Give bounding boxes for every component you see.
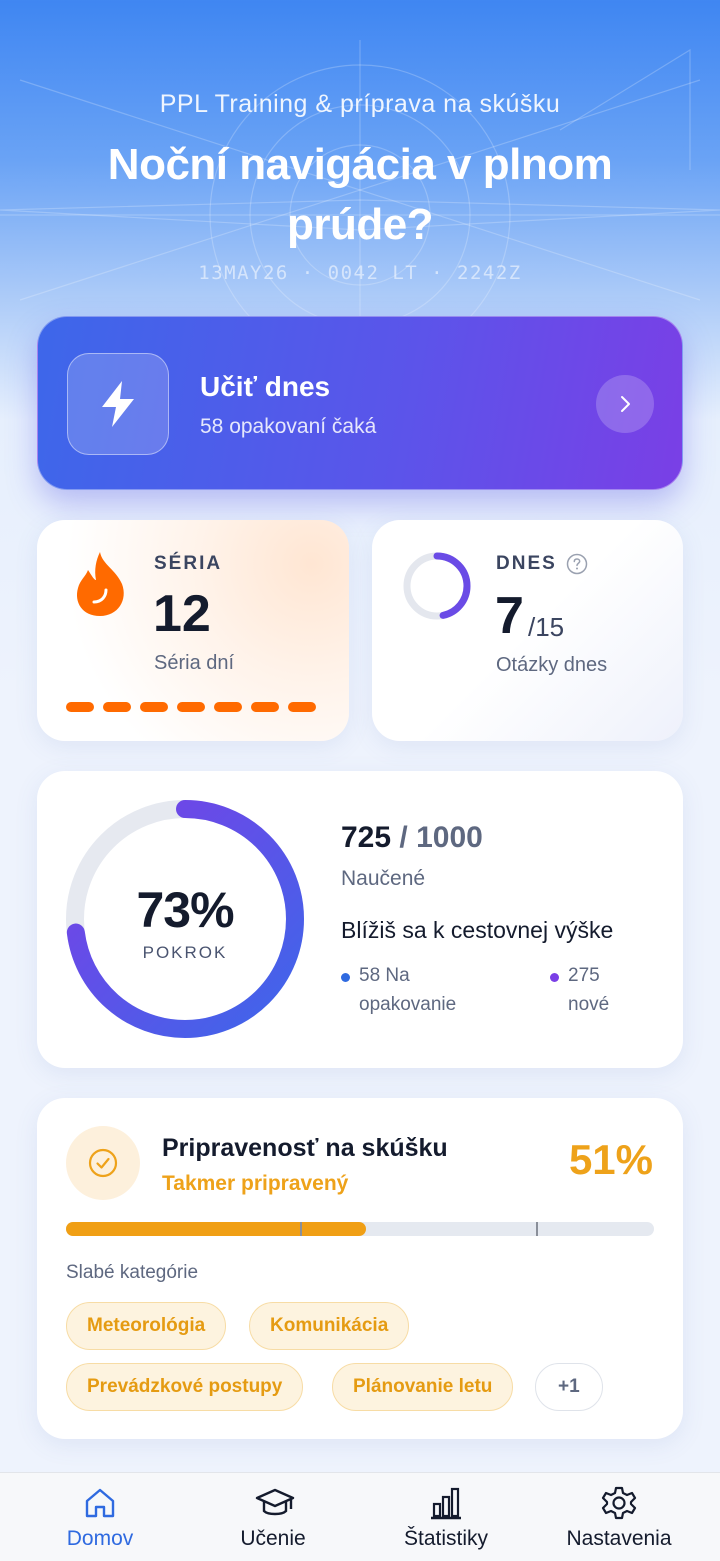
legend-review: 58 Na opakovanie: [341, 961, 457, 1019]
tab-home-label: Domov: [66, 1527, 134, 1550]
tab-settings[interactable]: Nastavenia: [529, 1473, 709, 1561]
streak-day-mark: [66, 702, 94, 712]
learned-value: 725: [341, 821, 392, 854]
time-readout: 13MAY26 · 0042 LT · 2242Z: [198, 262, 522, 284]
app-subtitle: PPL Training & príprava na skúšku: [159, 90, 561, 118]
chip-meteorology[interactable]: Meteorológia: [66, 1302, 227, 1350]
chip-more[interactable]: +1: [535, 1363, 603, 1411]
learned-total: / 1000: [399, 821, 483, 854]
tab-home[interactable]: Domov: [10, 1473, 190, 1561]
graduation-cap-icon: [255, 1488, 295, 1516]
page-title: Noční navigácia v plnom prúde?: [107, 140, 613, 249]
legend-review-line2: opakovanie: [359, 994, 457, 1015]
streak-day-mark: [177, 702, 205, 712]
tab-learning-label: Učenie: [240, 1527, 306, 1550]
flame-icon: [72, 550, 128, 620]
weak-categories-label: Slabé kategórie: [66, 1262, 199, 1283]
streak-label: SÉRIA: [154, 553, 223, 574]
streak-day-mark: [251, 702, 279, 712]
legend-new-line2: nové: [568, 994, 610, 1015]
question-circle-icon[interactable]: [566, 553, 588, 575]
legend-new-line1: 275: [568, 965, 600, 986]
readiness-bar-fill: [66, 1222, 366, 1236]
streak-day-mark: [288, 702, 316, 712]
readiness-status: Takmer pripravený: [162, 1172, 349, 1195]
tab-learning[interactable]: Učenie: [183, 1473, 363, 1561]
streak-day-mark: [214, 702, 242, 712]
chip-communication[interactable]: Komunikácia: [249, 1302, 410, 1350]
progress-ring-label: POKROK: [142, 943, 228, 962]
today-progress-ring: [402, 551, 472, 621]
lightning-icon: [67, 353, 169, 455]
today-value: 7: [495, 587, 524, 645]
tab-statistics[interactable]: Štatistiky: [356, 1473, 536, 1561]
chip-flight-planning[interactable]: Plánovanie letu: [332, 1363, 514, 1411]
learned-label: Naučené: [341, 867, 426, 890]
readiness-title: Pripravenosť na skúšku: [162, 1134, 448, 1162]
progress-message: Blížiš sa k cestovnej výške: [341, 917, 614, 943]
home-icon: [85, 1488, 115, 1518]
readiness-marker: [536, 1222, 538, 1236]
today-total: /15: [528, 612, 565, 642]
readiness-percent: 51%: [568, 1136, 653, 1183]
learn-today-button[interactable]: Učiť dnes 58 opakovaní čaká: [37, 316, 683, 490]
tab-bar: Domov Učenie Štatistiky Nastavenia: [0, 1472, 720, 1561]
progress-card[interactable]: 73% POKROK 725 / 1000 Naučené Blížiš sa …: [37, 771, 683, 1068]
bar-chart-icon: [431, 1487, 461, 1520]
readiness-bar: [66, 1222, 654, 1236]
today-caption: Otázky dnes: [496, 654, 608, 676]
today-card[interactable]: DNES 7 /15 Otázky dnes: [372, 520, 683, 741]
progress-ring: 73% POKROK: [65, 799, 305, 1039]
learned-count: 725 / 1000: [341, 821, 483, 855]
hero-header: PPL Training & príprava na skúšku Noční …: [0, 0, 720, 320]
tab-settings-label: Nastavenia: [566, 1527, 672, 1550]
today-label: DNES: [496, 553, 557, 574]
streak-value: 12: [153, 585, 211, 643]
legend-new: 275 nové: [550, 961, 610, 1019]
streak-day-mark: [140, 702, 168, 712]
streak-caption: Séria dní: [154, 652, 235, 674]
legend-dot-new: [550, 973, 559, 982]
streak-card[interactable]: SÉRIA 12 Séria dní: [37, 520, 349, 741]
streak-days: [66, 702, 316, 712]
tab-statistics-label: Štatistiky: [403, 1527, 489, 1550]
check-circle-icon: [66, 1126, 140, 1200]
legend-dot-review: [341, 973, 350, 982]
gear-icon: [601, 1486, 637, 1520]
cta-subtitle: 58 opakovaní čaká: [200, 415, 377, 438]
streak-day-mark: [103, 702, 131, 712]
legend-review-line1: 58 Na: [359, 965, 410, 986]
cta-title: Učiť dnes: [200, 371, 331, 402]
progress-percent: 73%: [136, 882, 234, 938]
readiness-marker: [300, 1222, 302, 1236]
chevron-right-icon[interactable]: [596, 375, 654, 433]
chip-operational-procedures[interactable]: Prevádzkové postupy: [66, 1363, 304, 1411]
exam-readiness-card[interactable]: Pripravenosť na skúšku Takmer pripravený…: [37, 1098, 683, 1439]
